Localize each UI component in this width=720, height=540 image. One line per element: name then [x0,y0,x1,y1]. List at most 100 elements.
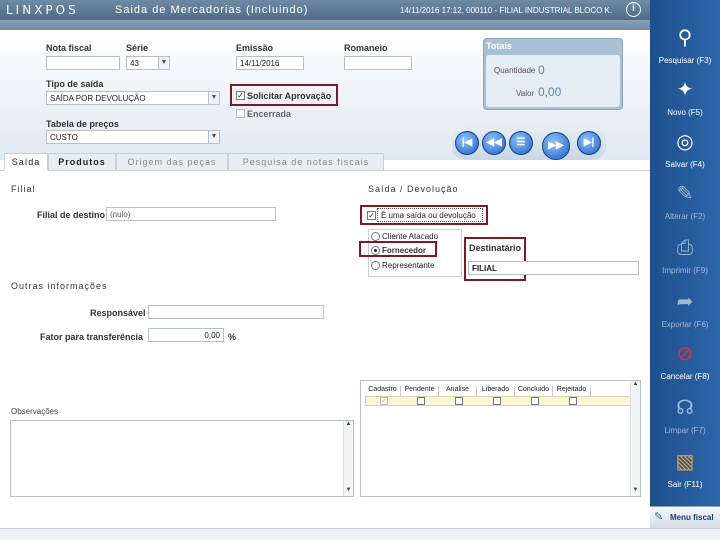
last-record-button[interactable]: ▶| [577,131,601,155]
printer-icon: ⎙ [677,237,693,259]
new-button-label: Novo (F5) [667,108,703,117]
save-button[interactable]: ◎ Salvar (F4) [650,124,720,176]
menu-fiscal-label: Menu fiscal [670,513,714,522]
tab-saida[interactable]: Saída [4,153,48,171]
radio-representante[interactable] [371,261,380,270]
grid-cadastro-checkbox[interactable]: ✓ [380,397,388,405]
filial-section-title: Filial [11,184,36,194]
menu-fiscal-icon: ✎ [654,511,664,523]
status-grid: Cadastro Pendente Analise Liberado Concl… [360,380,641,497]
totals-body: Quantidade 0 Valor 0,00 [486,55,620,107]
print-button[interactable]: ⎙ Imprimir (F9) [650,230,720,282]
tab-produtos[interactable]: Produtos [48,153,116,171]
info-icon[interactable]: i [626,2,641,17]
export-button[interactable]: ➦ Exportar (F6) [650,284,720,336]
radio-representante-label: Representante [382,261,435,270]
romaneio-label: Romaneio [344,43,388,53]
devolucao-checkbox[interactable]: ✓ [367,211,376,220]
grid-scrollbar[interactable]: ▲ ▼ [630,381,640,496]
radio-cliente-atacado[interactable] [371,232,380,241]
filial-destino-input[interactable]: (nulo) [106,207,276,221]
clear-button-label: Limpar (F7) [664,426,706,435]
grid-liberado-checkbox[interactable] [493,397,501,405]
destinatario-input[interactable]: FILIAL [468,261,639,275]
encerrada-label: Encerrada [247,109,292,119]
scroll-down-icon[interactable]: ▼ [631,487,640,496]
chevron-down-icon[interactable]: ▼ [208,131,219,143]
top-toolbar [0,20,650,30]
chevron-down-icon[interactable]: ▼ [158,57,169,69]
new-document-icon: ✦ [676,79,694,101]
responsavel-label: Responsável [90,308,146,318]
scroll-up-icon[interactable]: ▲ [631,381,640,390]
tabela-precos-select[interactable]: CUSTO ▼ [46,130,220,144]
new-button[interactable]: ✦ Novo (F5) [650,72,720,124]
cancel-icon: ⊘ [676,343,694,365]
search-button-label: Pesquisar (F3) [658,56,712,65]
grid-rejeitado-checkbox[interactable] [569,397,577,405]
solicitar-aprovacao-checkbox[interactable]: ✓ [236,91,245,100]
serie-label: Série [126,43,149,53]
grid-analise-checkbox[interactable] [455,397,463,405]
app-brand: LINXPOS [6,3,79,17]
totals-title: Totais [486,41,512,51]
outras-section-title: Outras informações [11,281,108,291]
nota-fiscal-label: Nota fiscal [46,43,92,53]
broom-icon: ☊ [676,397,694,419]
tipo-saida-value: SAÍDA POR DEVOLUÇÃO [50,94,146,103]
romaneio-input[interactable] [344,56,412,70]
grid-pendente-checkbox[interactable] [417,397,425,405]
edit-button-label: Alterar (F2) [664,212,706,221]
clear-button[interactable]: ☊ Limpar (F7) [650,390,720,442]
scroll-down-icon[interactable]: ▼ [344,487,353,496]
serie-value: 43 [130,59,139,68]
serie-select[interactable]: 43 ▼ [126,56,170,70]
edit-button[interactable]: ✎ Alterar (F2) [650,176,720,228]
grid-header-liberado: Liberado [477,386,515,396]
list-records-button[interactable]: ☰ [509,131,533,155]
saida-section-title: Saída / Devolução [368,184,459,194]
emissao-label: Emissão [236,43,274,53]
exit-door-icon: ▧ [675,451,695,473]
quantidade-label: Quantidade [494,66,536,75]
grid-concluido-checkbox[interactable] [531,397,539,405]
save-button-label: Salvar (F4) [665,160,705,169]
radio-cliente-atacado-label: Cliente Atacado [382,232,439,241]
fator-input[interactable]: 0,00 [148,328,224,342]
fator-label: Fator para transferência [40,332,144,342]
encerrada-checkbox[interactable] [236,109,245,118]
exit-button[interactable]: ▧ Sair (F11) [650,444,720,496]
emissao-input[interactable]: 14/11/2016 [236,56,304,70]
observacoes-textarea[interactable]: ▲ ▼ [10,420,354,497]
cancel-button-label: Cancelar (F8) [660,372,710,381]
valor-value: 0,00 [538,85,562,99]
print-button-label: Imprimir (F9) [662,266,708,275]
filial-destino-label: Filial de destino [37,210,106,220]
grid-header-pendente: Pendente [401,386,439,396]
grid-header-cadastro: Cadastro [365,386,401,396]
search-button[interactable]: ⚲ Pesquisar (F3) [650,20,720,72]
export-button-label: Exportar (F6) [661,320,709,329]
previous-record-button[interactable]: ◀◀ [482,131,506,155]
devolucao-label[interactable]: É uma saída ou devolução [377,208,483,222]
title-bar: LINXPOS Saida de Mercadorias (Incluindo)… [0,0,650,20]
tab-pesquisa-notas[interactable]: Pesquisa de notas fiscais [228,153,384,171]
tipo-saida-select[interactable]: SAÍDA POR DEVOLUÇÃO ▼ [46,91,220,105]
radio-fornecedor[interactable] [371,246,380,255]
observacoes-scrollbar[interactable]: ▲ ▼ [343,421,353,496]
tabela-precos-value: CUSTO [50,133,78,142]
cancel-button[interactable]: ⊘ Cancelar (F8) [650,336,720,388]
menu-fiscal-button[interactable]: ✎ Menu fiscal [650,506,720,528]
grid-header-analise: Analise [439,386,477,396]
nota-fiscal-input[interactable] [46,56,120,70]
scroll-up-icon[interactable]: ▲ [344,421,353,430]
quantidade-value: 0 [538,63,545,77]
grid-header-rejeitado: Rejeitado [553,386,591,396]
totals-panel: Totais Quantidade 0 Valor 0,00 [483,38,623,110]
tab-origem-pecas[interactable]: Origem das peças [116,153,228,171]
chevron-down-icon[interactable]: ▼ [208,92,219,104]
first-record-button[interactable]: |◀ [455,131,479,155]
responsavel-input[interactable] [148,305,324,319]
table-row[interactable]: ✓ [365,396,631,406]
search-icon: ⚲ [677,27,693,49]
